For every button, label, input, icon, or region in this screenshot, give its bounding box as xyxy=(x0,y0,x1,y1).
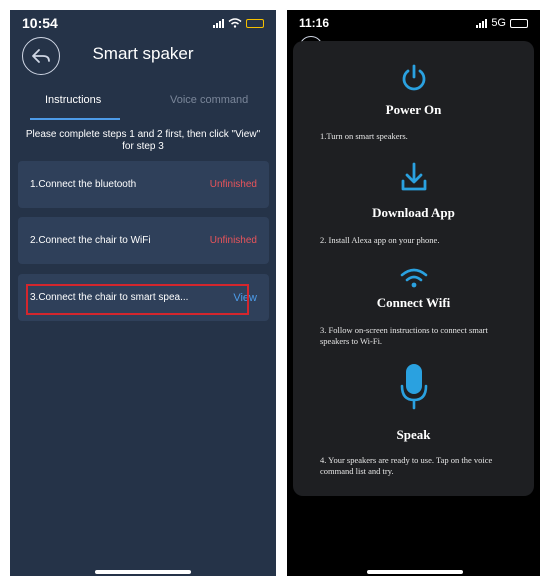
section-title-download: Download App xyxy=(372,205,455,220)
status-time: 11:16 xyxy=(299,16,330,30)
battery-icon xyxy=(246,18,264,28)
active-tab-indicator xyxy=(30,118,120,120)
step-label: 1.Connect the bluetooth xyxy=(30,179,137,190)
section-desc-download: 2. Install Alexa app on your phone. xyxy=(320,235,440,245)
status-icons xyxy=(213,18,264,28)
step-status: Unfinished xyxy=(209,235,257,246)
status-icons: 5G xyxy=(476,17,528,29)
section-desc-power: 1.Turn on smart speakers. xyxy=(320,131,408,141)
power-icon xyxy=(293,63,534,93)
status-bar: 10:54 xyxy=(10,10,276,36)
section-title-power: Power On xyxy=(385,102,442,117)
download-icon xyxy=(293,161,534,193)
step-card-smart-speaker[interactable]: 3.Connect the chair to smart spea... Vie… xyxy=(18,274,269,321)
wifi-status-icon xyxy=(228,18,242,28)
cellular-signal-icon xyxy=(213,18,224,28)
instructions-panel: Power On 1.Turn on smart speakers. Downl… xyxy=(293,41,534,496)
tab-voice-command[interactable]: Voice command xyxy=(170,94,248,106)
section-desc-wifi: 3. Follow on-screen instructions to conn… xyxy=(320,325,488,346)
step-label: 3.Connect the chair to smart spea... xyxy=(30,292,189,303)
section-desc-speak: 4. Your speakers are ready to use. Tap o… xyxy=(320,455,493,476)
home-indicator xyxy=(95,570,191,574)
instructions-note: Please complete steps 1 and 2 first, the… xyxy=(25,129,261,152)
tab-instructions[interactable]: Instructions xyxy=(45,94,101,106)
status-bar: 11:16 5G xyxy=(287,10,540,36)
cellular-signal-icon xyxy=(476,18,488,28)
section-title-speak: Speak xyxy=(396,427,431,442)
network-type: 5G xyxy=(491,17,506,29)
step-label: 2.Connect the chair to WiFi xyxy=(30,235,151,246)
wifi-icon xyxy=(293,266,534,290)
home-indicator xyxy=(367,570,463,574)
page-title: Smart spaker xyxy=(92,44,194,63)
step-card-wifi[interactable]: 2.Connect the chair to WiFi Unfinished xyxy=(18,217,269,264)
microphone-icon xyxy=(293,362,534,412)
section-title-wifi: Connect Wifi xyxy=(376,295,451,310)
smart-speaker-guide-screen: 11:16 5G Power On 1.Turn on smart speake… xyxy=(287,10,540,576)
view-button[interactable]: View xyxy=(233,292,257,304)
step-status: Unfinished xyxy=(209,179,257,190)
smart-speaker-screen: 10:54 Smart spaker Instructions Voice co… xyxy=(10,10,276,576)
tab-bar: Instructions Voice command xyxy=(10,94,276,124)
battery-icon xyxy=(510,18,528,28)
step-card-bluetooth[interactable]: 1.Connect the bluetooth Unfinished xyxy=(18,161,269,208)
status-time: 10:54 xyxy=(22,15,58,31)
